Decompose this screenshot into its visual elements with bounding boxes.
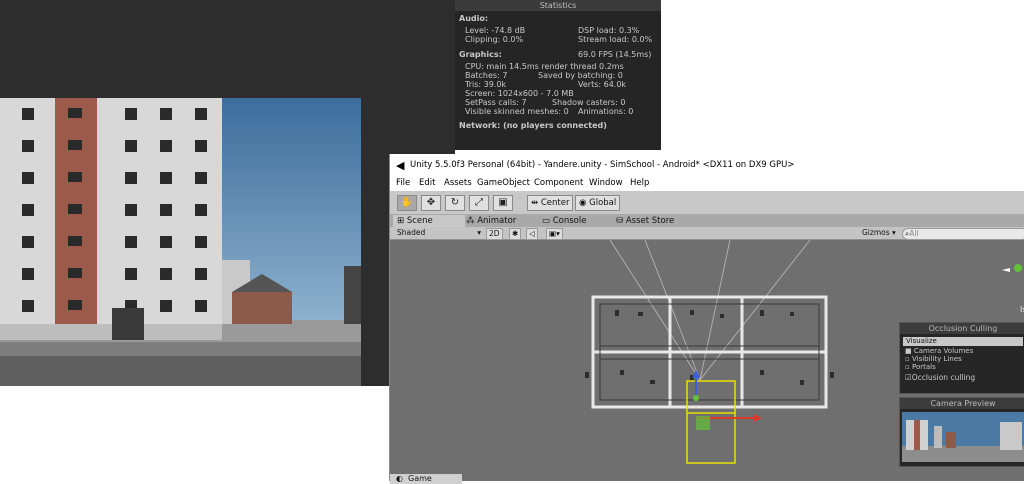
audio-header: Audio: — [459, 14, 489, 23]
game-view-background — [0, 0, 455, 98]
console-tab-icon: ▭ — [542, 216, 553, 226]
skinned-meshes-stat: Visible skinned meshes: 0 — [465, 107, 569, 116]
game-tab-icon: ◐ — [396, 474, 403, 483]
game-render — [0, 98, 361, 386]
svg-text:Is: Is — [1020, 305, 1024, 314]
tab-console[interactable]: ▭ Console — [538, 215, 590, 227]
portals-option[interactable]: ▫ Portals — [905, 363, 1024, 371]
dsp-load: DSP load: 0.3% — [578, 26, 640, 35]
move-tool-icon[interactable]: ✥ — [421, 195, 441, 211]
scale-tool-icon[interactable]: ⤢ — [469, 195, 489, 211]
globe-icon: ◉ — [579, 198, 590, 208]
window-title: Unity 5.5.0f3 Personal (64bit) - Yandere… — [410, 160, 795, 170]
fps-value: 69.0 FPS (14.5ms) — [578, 50, 652, 59]
shadow-casters-stat: Shadow casters: 0 — [552, 98, 626, 107]
pivot-global-button[interactable]: ◉ Global — [575, 195, 621, 211]
gizmos-dropdown[interactable]: Gizmos ▾ — [860, 228, 898, 238]
stream-load: Stream load: 0.0% — [578, 35, 653, 44]
menu-window[interactable]: Window — [589, 178, 623, 188]
game-view[interactable] — [0, 98, 361, 386]
graphics-header: Graphics: — [459, 50, 502, 59]
menu-component[interactable]: Component — [534, 178, 583, 188]
batches-stat: Batches: 7 — [465, 71, 508, 80]
occlusion-culling-panel: Occlusion Culling Visualize ■ Camera Vol… — [899, 322, 1024, 394]
tab-animator[interactable]: ⁂ Animator — [462, 215, 520, 227]
tab-bar: ⊞ Scene ⁂ Animator ▭ Console ⛁ Asset Sto… — [390, 214, 1024, 227]
rotate-tool-icon[interactable]: ↻ — [445, 195, 465, 211]
scene-tab-icon: ⊞ — [397, 216, 407, 226]
unity-logo-icon: ◀ — [396, 159, 405, 172]
saved-batching-stat: Saved by batching: 0 — [538, 71, 623, 80]
menu-file[interactable]: File — [396, 178, 410, 188]
cpu-stat: CPU: main 14.5ms render thread 0.2ms — [465, 62, 624, 71]
menu-edit[interactable]: Edit — [419, 178, 435, 188]
network-stat: Network: (no players connected) — [459, 121, 607, 130]
statistics-panel: Statistics Audio: Level: -74.8 dB DSP loa… — [455, 0, 661, 150]
audio-level: Level: -74.8 dB — [465, 26, 526, 35]
menu-assets[interactable]: Assets — [444, 178, 472, 188]
tab-game[interactable]: ◐ Game — [390, 474, 462, 484]
audio-toggle-icon[interactable]: ◁ — [526, 228, 538, 240]
shading-mode-dropdown[interactable]: Shaded ▾ — [395, 228, 481, 238]
tris-stat: Tris: 39.0k — [465, 80, 507, 89]
rect-tool-icon[interactable]: ▣ — [493, 195, 513, 211]
store-tab-icon: ⛁ — [616, 216, 626, 226]
screen-stat: Screen: 1024x600 - 7.0 MB — [465, 89, 574, 98]
camera-volumes-option[interactable]: ■ Camera Volumes — [905, 347, 1024, 355]
setpass-stat: SetPass calls: 7 — [465, 98, 527, 107]
tab-scene[interactable]: ⊞ Scene — [393, 215, 465, 227]
statistics-title: Statistics — [455, 0, 661, 11]
menu-help[interactable]: Help — [630, 178, 649, 188]
lighting-toggle-icon[interactable]: ✱ — [509, 228, 522, 240]
title-bar: ◀ Unity 5.5.0f3 Personal (64bit) - Yande… — [390, 154, 1024, 177]
unity-editor-window: ◀ Unity 5.5.0f3 Personal (64bit) - Yande… — [389, 154, 1024, 484]
camera-preview-image — [902, 412, 1024, 462]
scene-search-input[interactable]: ⌕All — [902, 228, 1024, 240]
visualize-section: Visualize — [903, 337, 1023, 346]
visibility-lines-option[interactable]: ▫ Visibility Lines — [905, 355, 1024, 363]
tab-asset-store[interactable]: ⛁ Asset Store — [612, 215, 678, 227]
scene-view-toolbar: Shaded ▾ 2D ✱ ◁ ▣▾ Gizmos ▾ ⌕All — [390, 227, 1024, 240]
menu-bar: File Edit Assets GameObject Component Wi… — [390, 177, 1024, 191]
toolbar: ✋ ✥ ↻ ⤢ ▣ ⇹ Center ◉ Global — [390, 191, 1024, 215]
pivot-icon: ⇹ — [531, 198, 541, 208]
camera-preview-title: Camera Preview — [900, 398, 1024, 409]
toggle-2d-button[interactable]: 2D — [486, 228, 503, 240]
menu-gameobject[interactable]: GameObject — [477, 178, 530, 188]
occlusion-title: Occlusion Culling — [900, 323, 1024, 334]
occlusion-culling-checkbox[interactable]: ☑Occlusion culling — [905, 374, 1024, 382]
animator-tab-icon: ⁂ — [466, 216, 478, 226]
effects-dropdown-icon[interactable]: ▣▾ — [546, 228, 563, 240]
hand-tool-icon[interactable]: ✋ — [397, 195, 417, 211]
dropdown-arrow-icon: ▾ — [477, 228, 481, 237]
pivot-center-button[interactable]: ⇹ Center — [527, 195, 574, 211]
animations-stat: Animations: 0 — [578, 107, 634, 116]
audio-clipping: Clipping: 0.0% — [465, 35, 524, 44]
camera-preview-panel: Camera Preview — [899, 397, 1024, 467]
verts-stat: Verts: 64.0k — [578, 80, 627, 89]
